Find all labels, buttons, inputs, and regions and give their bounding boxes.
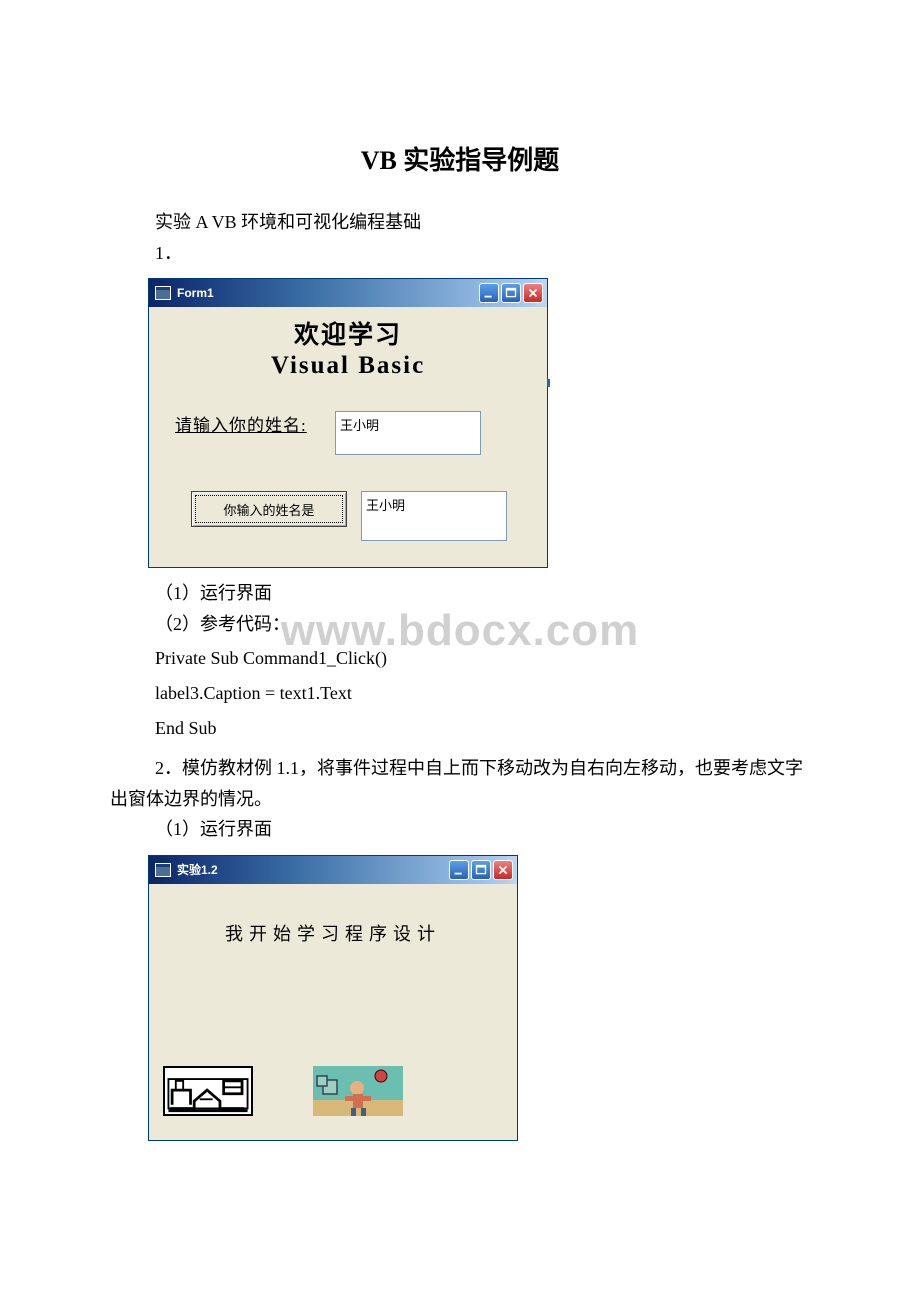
close-button[interactable]: [493, 860, 513, 880]
document-page: VB 实验指导例题 实验 A VB 环境和可视化编程基础 1． Form1 欢迎…: [0, 0, 920, 1201]
code-line-3: End Sub: [110, 713, 810, 744]
code-line-2: label3.Caption = text1.Text: [110, 678, 810, 709]
window-icon: [155, 863, 171, 877]
right-figure-image[interactable]: [313, 1066, 403, 1116]
form1-title-text: Form1: [177, 286, 214, 300]
output-row: 你输入的姓名是 王小明: [165, 491, 531, 541]
slogan-label: 我开始学习程序设计: [149, 920, 517, 946]
window-icon: [155, 286, 171, 300]
close-button[interactable]: [523, 283, 543, 303]
form2-window: 实验1.2 我开始学习程序设计: [148, 855, 518, 1141]
maximize-button[interactable]: [471, 860, 491, 880]
maximize-button[interactable]: [501, 283, 521, 303]
name-prompt-label: 请输入你的姓名:: [175, 411, 335, 436]
welcome-heading: 欢迎学习 Visual Basic: [165, 321, 531, 381]
left-house-image[interactable]: [163, 1066, 253, 1116]
item-2-text: 2．模仿教材例 1.1，将事件过程中自上而下移动改为自右向左移动，也要考虑文字出…: [110, 753, 810, 814]
form2-titlebar[interactable]: 实验1.2: [149, 856, 517, 884]
item-1-number: 1．: [110, 238, 810, 269]
name-input[interactable]: 王小明: [335, 411, 481, 455]
house-icon: [165, 1068, 251, 1114]
form1-window: Form1 欢迎学习 Visual Basic 请输入你的姓名: 王小明 你输: [148, 278, 548, 568]
form1-titlebar[interactable]: Form1: [149, 279, 547, 307]
page-title: VB 实验指导例题: [110, 140, 810, 177]
show-name-button[interactable]: 你输入的姓名是: [191, 491, 347, 527]
form2-title-text: 实验1.2: [177, 861, 218, 878]
form1-body: 欢迎学习 Visual Basic 请输入你的姓名: 王小明 你输入的姓名是 王…: [149, 307, 547, 567]
form2-body: 我开始学习程序设计: [149, 884, 517, 1140]
welcome-line1: 欢迎学习: [165, 321, 531, 351]
subtitle-text: 实验 A VB 环境和可视化编程基础: [110, 207, 810, 238]
minimize-button[interactable]: [479, 283, 499, 303]
code-line-1: Private Sub Command1_Click(): [110, 643, 810, 674]
note-2: （2）参考代码：: [110, 609, 810, 640]
side-marker: [547, 379, 550, 387]
note-3: （1）运行界面: [110, 814, 810, 845]
input-row: 请输入你的姓名: 王小明: [165, 411, 531, 455]
figure-icon: [313, 1066, 403, 1116]
minimize-button[interactable]: [449, 860, 469, 880]
name-output-label: 王小明: [361, 491, 507, 541]
welcome-line2: Visual Basic: [165, 351, 531, 381]
note-1: （1）运行界面: [110, 578, 810, 609]
